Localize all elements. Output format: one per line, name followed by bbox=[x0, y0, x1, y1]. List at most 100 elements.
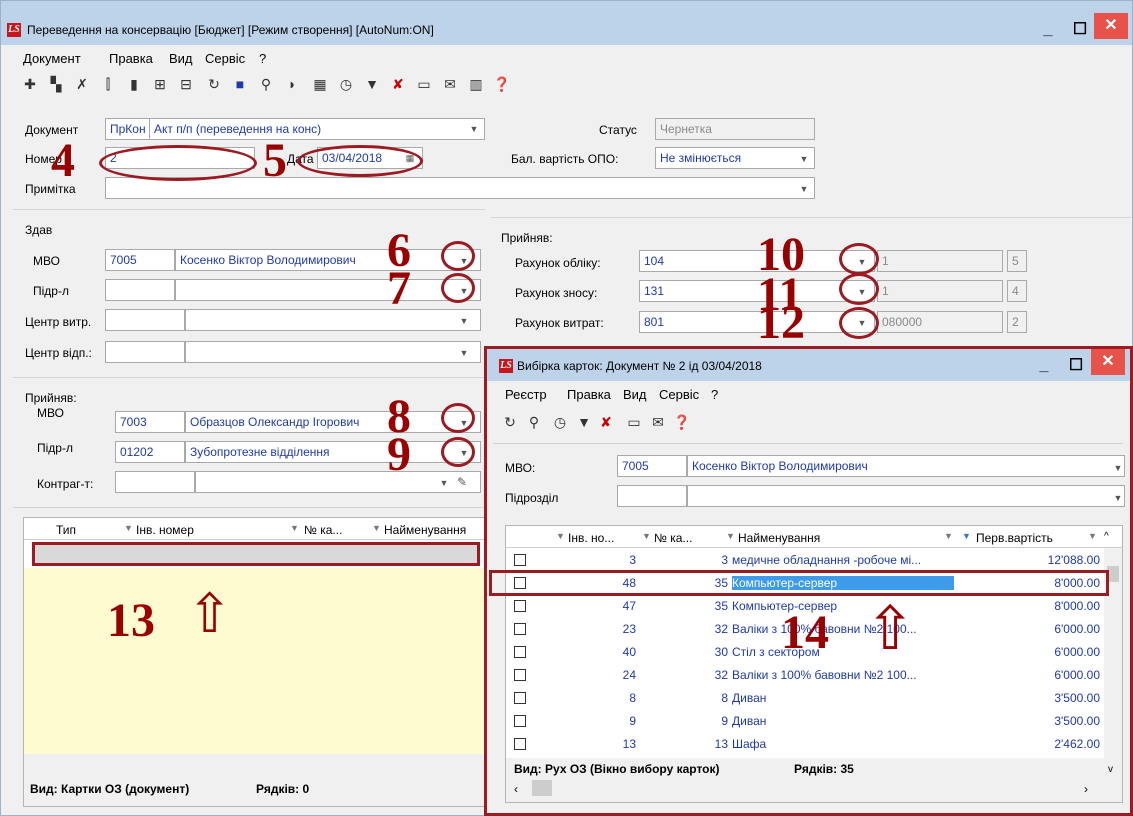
child-mvo-name-field[interactable]: Косенко Віктор Володимирович bbox=[687, 455, 1125, 477]
child-mvo-code-field[interactable]: 7005 bbox=[617, 455, 687, 477]
edit-pencil-icon[interactable]: ✎ bbox=[457, 476, 467, 488]
resp-center-code-field[interactable] bbox=[105, 341, 185, 363]
sort-icon[interactable]: ▼ bbox=[944, 531, 953, 541]
search-icon[interactable]: ⚲ bbox=[257, 75, 275, 93]
tree-icon[interactable]: ⊞ bbox=[151, 75, 169, 93]
form-icon[interactable]: ▭ bbox=[625, 413, 643, 431]
document-code-field[interactable]: ПрКон bbox=[105, 118, 149, 140]
chevron-down-icon[interactable]: ▼ bbox=[459, 316, 469, 326]
chevron-down-icon[interactable]: ▼ bbox=[469, 124, 479, 134]
table-row[interactable]: 8 8 Диван 3'500.00 bbox=[506, 688, 1102, 708]
received-dept-code-field[interactable]: 01202 bbox=[115, 441, 185, 463]
received-mvo-code-field[interactable]: 7003 bbox=[115, 411, 185, 433]
mail-icon[interactable]: ✉ bbox=[441, 75, 459, 93]
sort-icon[interactable]: ▼ bbox=[642, 531, 651, 541]
sort-active-icon[interactable]: ▼ bbox=[962, 531, 971, 541]
note-field[interactable] bbox=[105, 177, 815, 199]
vertical-scrollbar[interactable] bbox=[1104, 548, 1122, 758]
minimize-button[interactable]: _ bbox=[1031, 17, 1065, 43]
table-row[interactable]: 9 9 Диван 3'500.00 bbox=[506, 711, 1102, 731]
table-row[interactable]: 3 3 медичне обладнання -робоче мі... 12'088… bbox=[506, 550, 1102, 570]
menu-service[interactable]: Сервіс bbox=[205, 51, 245, 66]
menu-registry[interactable]: Реєстр bbox=[505, 387, 547, 402]
menu-view[interactable]: Вид bbox=[623, 387, 647, 402]
sort-icon[interactable]: ▼ bbox=[372, 523, 381, 533]
received-dept-name-field[interactable]: Зубопротезне відділення bbox=[185, 441, 481, 463]
calc-icon[interactable]: ◷ bbox=[551, 413, 569, 431]
menu-document[interactable]: Документ bbox=[23, 51, 81, 66]
sort-icon[interactable]: ▼ bbox=[726, 531, 735, 541]
sort-icon[interactable]: ▼ bbox=[556, 531, 565, 541]
row-checkbox[interactable] bbox=[514, 669, 526, 681]
menu-help[interactable]: ? bbox=[711, 387, 718, 402]
empty-row-highlight[interactable] bbox=[32, 542, 480, 566]
handed-mvo-code-field[interactable]: 7005 bbox=[105, 249, 175, 271]
form-icon[interactable]: ▭ bbox=[415, 75, 433, 93]
col-card[interactable]: № ка... bbox=[654, 531, 692, 545]
chevron-down-icon[interactable]: ▼ bbox=[1113, 463, 1123, 473]
sort-icon[interactable]: ▼ bbox=[124, 523, 133, 533]
row-checkbox[interactable] bbox=[514, 600, 526, 612]
table-row[interactable]: 48 35 Компьютер-сервер 8'000.00 bbox=[489, 570, 1109, 596]
menu-help[interactable]: ? bbox=[259, 51, 266, 66]
copy-icon[interactable]: ▚ bbox=[47, 75, 65, 93]
handed-dept-name-field[interactable] bbox=[175, 279, 481, 301]
resp-center-name-field[interactable] bbox=[185, 341, 481, 363]
row-checkbox[interactable] bbox=[514, 738, 526, 750]
document-type-field[interactable]: Акт п/п (переведення на конс) bbox=[149, 118, 485, 140]
row-checkbox[interactable] bbox=[514, 577, 526, 589]
maximize-button[interactable]: ☐ bbox=[1059, 353, 1093, 379]
child-dept-name-field[interactable] bbox=[687, 485, 1125, 507]
table-row[interactable]: 13 13 Шафа 2'462.00 bbox=[506, 734, 1102, 754]
scroll-left-icon[interactable]: ‹ bbox=[514, 782, 518, 796]
clear-filter-icon[interactable]: ✘ bbox=[597, 413, 615, 431]
scroll-right-icon[interactable]: › bbox=[1084, 782, 1088, 796]
menu-view[interactable]: Вид bbox=[169, 51, 193, 66]
clear-filter-icon[interactable]: ✘ bbox=[389, 75, 407, 93]
refresh-icon[interactable]: ↻ bbox=[205, 75, 223, 93]
funnel-icon[interactable]: ▼ bbox=[363, 75, 381, 93]
scroll-down-icon[interactable]: v bbox=[1108, 764, 1113, 775]
chevron-down-icon[interactable]: ▼ bbox=[799, 154, 809, 164]
menu-edit[interactable]: Правка bbox=[109, 51, 153, 66]
funnel-icon[interactable]: ▼ bbox=[575, 413, 593, 431]
search-icon[interactable]: ⚲ bbox=[525, 413, 543, 431]
row-checkbox[interactable] bbox=[514, 646, 526, 658]
handed-dept-code-field[interactable] bbox=[105, 279, 175, 301]
row-checkbox[interactable] bbox=[514, 623, 526, 635]
table-row[interactable]: 24 32 Валіки з 100% бавовни №2 100... 6'000… bbox=[506, 665, 1102, 685]
cost-center-name-field[interactable] bbox=[185, 309, 481, 331]
block-icon[interactable]: ▮ bbox=[125, 75, 143, 93]
chevron-down-icon[interactable]: ▼ bbox=[459, 348, 469, 358]
close-button[interactable]: ✕ bbox=[1091, 349, 1125, 375]
balance-select[interactable]: Не змінюється bbox=[655, 147, 815, 169]
sort-icon[interactable]: ▼ bbox=[290, 523, 299, 533]
help-icon[interactable]: ❓ bbox=[673, 413, 691, 431]
menu-service[interactable]: Сервіс bbox=[659, 387, 699, 402]
chevron-down-icon[interactable]: ▼ bbox=[799, 184, 809, 194]
close-button[interactable]: ✕ bbox=[1094, 13, 1128, 39]
col-card[interactable]: № ка... bbox=[304, 523, 342, 537]
bookmark-icon[interactable]: ◗ bbox=[283, 75, 301, 93]
handed-mvo-name-field[interactable]: Косенко Віктор Володимирович bbox=[175, 249, 481, 271]
col-name[interactable]: Найменування bbox=[384, 523, 466, 537]
child-dept-code-field[interactable] bbox=[617, 485, 687, 507]
chevron-down-icon[interactable]: ▼ bbox=[439, 478, 449, 488]
sort-icon[interactable]: ▼ bbox=[1088, 531, 1097, 541]
delete-icon[interactable]: ✗ bbox=[73, 75, 91, 93]
received-mvo-name-field[interactable]: Образцов Олександр Ігорович bbox=[185, 411, 481, 433]
columns-icon[interactable]: ⊟ bbox=[177, 75, 195, 93]
menu-edit[interactable]: Правка bbox=[567, 387, 611, 402]
col-inv[interactable]: Інв. но... bbox=[568, 531, 614, 545]
scroll-up-icon[interactable]: ^ bbox=[1104, 531, 1109, 542]
minimize-button[interactable]: _ bbox=[1027, 353, 1061, 379]
scrollbar-thumb[interactable] bbox=[1107, 566, 1119, 582]
hscroll-thumb[interactable] bbox=[532, 780, 552, 796]
save-icon[interactable]: ■ bbox=[231, 75, 249, 93]
col-type[interactable]: Тип bbox=[56, 523, 76, 537]
table-icon[interactable]: ▦ bbox=[311, 75, 329, 93]
maximize-button[interactable]: ☐ bbox=[1063, 17, 1097, 43]
row-checkbox[interactable] bbox=[514, 715, 526, 727]
col-name[interactable]: Найменування bbox=[738, 531, 820, 545]
cost-center-code-field[interactable] bbox=[105, 309, 185, 331]
